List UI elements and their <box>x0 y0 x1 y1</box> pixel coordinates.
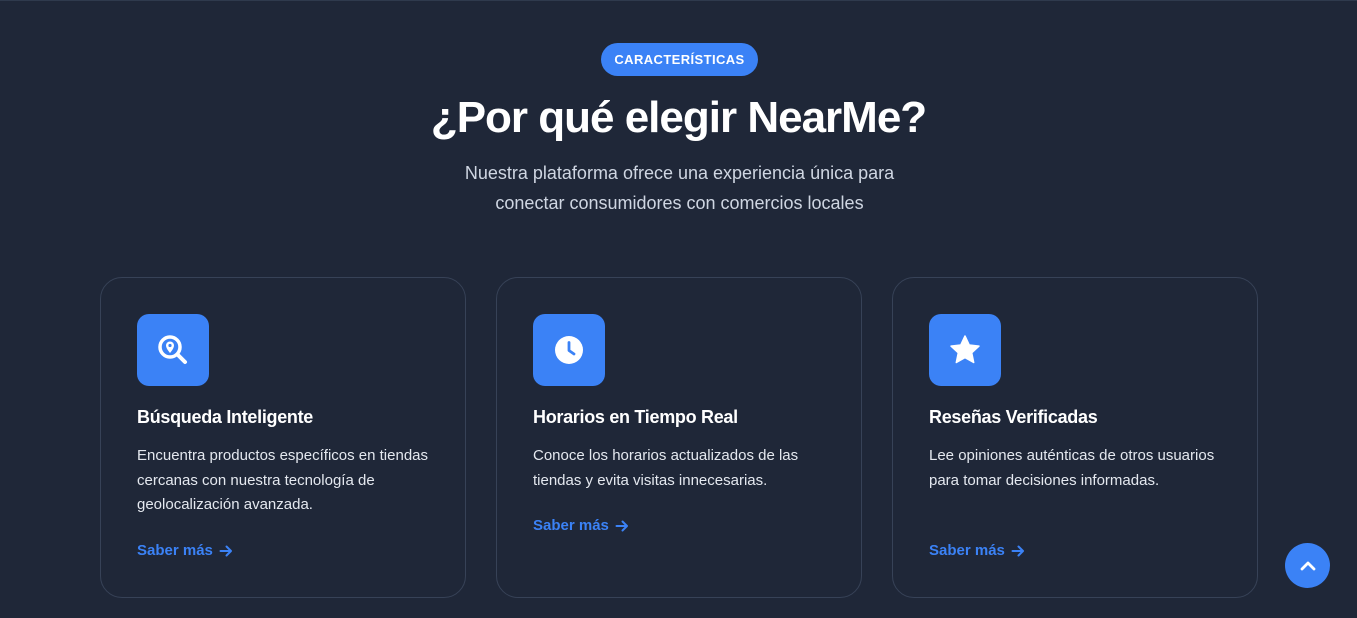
scroll-to-top-button[interactable] <box>1285 543 1330 588</box>
feature-description: Encuentra productos específicos en tiend… <box>137 447 429 513</box>
learn-more-label: Saber más <box>137 542 213 559</box>
feature-description: Conoce los horarios actualizados de las … <box>533 447 799 489</box>
feature-card-verified-reviews: Reseñas Verificadas Lee opiniones autént… <box>892 277 1258 598</box>
learn-more-label: Saber más <box>533 517 609 534</box>
subtitle-line-2: conectar consumidores con comercios loca… <box>495 193 864 213</box>
learn-more-link[interactable]: Saber más <box>137 542 233 559</box>
feature-title: Horarios en Tiempo Real <box>533 407 738 427</box>
feature-title: Reseñas Verificadas <box>929 407 1098 427</box>
arrow-right-icon <box>219 545 232 556</box>
chevron-up-icon <box>1300 561 1315 570</box>
arrow-right-icon <box>1011 545 1024 556</box>
subtitle-line-1: Nuestra plataforma ofrece una experienci… <box>464 163 895 183</box>
top-divider <box>0 0 1357 1</box>
feature-card-smart-search: Búsqueda Inteligente Encuentra productos… <box>100 277 466 598</box>
clock-icon <box>533 314 605 386</box>
feature-card-real-time-hours: Horarios en Tiempo Real Conoce los horar… <box>496 277 862 598</box>
star-icon <box>929 314 1001 386</box>
section-title: ¿Por qué elegir NearMe? <box>430 93 927 142</box>
search-location-icon <box>137 314 209 386</box>
learn-more-link[interactable]: Saber más <box>929 542 1025 559</box>
feature-description: Lee opiniones auténticas de otros usuari… <box>929 447 1215 489</box>
feature-title: Búsqueda Inteligente <box>137 407 314 427</box>
learn-more-link[interactable]: Saber más <box>533 517 629 534</box>
section-subtitle: Nuestra plataforma ofrece una experienci… <box>428 158 931 218</box>
section-badge: CARACTERÍSTICAS <box>601 43 758 76</box>
learn-more-label: Saber más <box>929 542 1005 559</box>
arrow-right-icon <box>615 520 628 531</box>
